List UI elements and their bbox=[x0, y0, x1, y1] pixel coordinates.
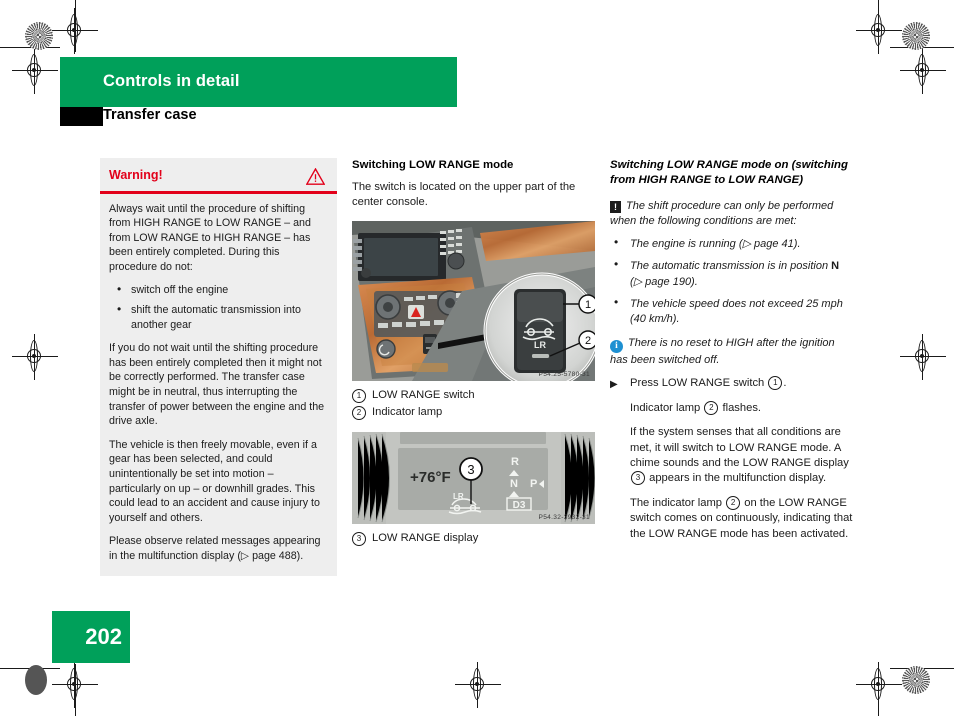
figure-center-console: LR 1 2 P54.25-5780-31 bbox=[352, 220, 595, 381]
step-arrow-icon: ▶ bbox=[610, 379, 618, 391]
svg-text:+76°F: +76°F bbox=[410, 469, 451, 486]
result-text-pre: Indicator lamp bbox=[630, 401, 704, 414]
instrument-cluster-photo: +76°F LR R N P D3 3 bbox=[352, 431, 595, 524]
registration-mark-bottom-right bbox=[856, 662, 902, 708]
condition-item: The engine is running (▷ page 41). bbox=[610, 235, 853, 252]
legend-item: 2 Indicator lamp bbox=[352, 404, 595, 420]
section-title: Transfer case bbox=[103, 107, 197, 123]
chapter-title: Controls in detail bbox=[103, 72, 240, 90]
step-text-post: . bbox=[783, 377, 787, 390]
figure1-legend: 1 LOW RANGE switch 2 Indicator lamp bbox=[352, 387, 595, 420]
center-console-photo: LR 1 2 bbox=[352, 220, 595, 381]
result-text-pre: The indicator lamp bbox=[630, 496, 726, 509]
step-press-switch: ▶ Press LOW RANGE switch 1. bbox=[610, 376, 853, 391]
registration-mark-top-right bbox=[856, 8, 902, 54]
registration-mark-right-middle bbox=[900, 334, 946, 380]
condition-item: The automatic transmission is in positio… bbox=[610, 257, 853, 289]
page-number: 202 bbox=[85, 624, 122, 649]
right-heading: Switching LOW RANGE mode on (switching f… bbox=[610, 159, 848, 187]
figure-code: P54.32-3932-31 bbox=[538, 513, 590, 521]
conditions-list: The engine is running (▷ page 41). The a… bbox=[610, 235, 853, 327]
section-marker bbox=[60, 107, 103, 126]
figure2-legend: 3 LOW RANGE display bbox=[352, 530, 595, 546]
middle-intro-block: The switch is located on the upper part … bbox=[352, 180, 595, 211]
warning-paragraph-3: The vehicle is then freely movable, even… bbox=[109, 438, 320, 524]
warning-paragraph-4: Please observe related messages appearin… bbox=[109, 535, 321, 562]
result-text-post: appears in the multifunction display. bbox=[646, 472, 827, 485]
callout-number: 1 bbox=[768, 376, 783, 391]
warning-paragraph-1: Always wait until the procedure of shift… bbox=[109, 202, 311, 273]
registration-mark-top-left bbox=[52, 8, 98, 54]
gear-position-bold: N bbox=[831, 260, 840, 273]
result-lamp-flashes: Indicator lamp 2 flashes. bbox=[610, 400, 853, 416]
warning-paragraph-2: If you do not wait until the shifting pr… bbox=[109, 342, 325, 428]
shift-conditions-note: ! The shift procedure can only be perform… bbox=[610, 199, 853, 229]
figure-instrument-cluster: +76°F LR R N P D3 3 P54.32-3932-31 bbox=[352, 431, 595, 524]
column-warning: Warning! Always wait until the procedure… bbox=[100, 158, 337, 576]
step-text-pre: Press LOW RANGE switch bbox=[630, 377, 768, 390]
warning-triangle-icon bbox=[306, 168, 325, 185]
note-intro-text: The shift procedure can only be performe… bbox=[610, 199, 834, 228]
result-text-post: flashes. bbox=[719, 401, 762, 414]
warning-box: Warning! Always wait until the procedure… bbox=[100, 158, 337, 576]
svg-text:LR: LR bbox=[534, 340, 546, 350]
result-lamp-continuous: The indicator lamp 2 on the LOW RANGE sw… bbox=[610, 495, 853, 542]
callout-number: 2 bbox=[704, 400, 719, 415]
svg-text:3: 3 bbox=[467, 462, 474, 477]
column-middle: Switching LOW RANGE mode The switch is l… bbox=[352, 158, 595, 547]
callout-number: 3 bbox=[352, 531, 366, 546]
density-dot-bottom-left bbox=[25, 665, 47, 695]
ignition-info-note: i There is no reset to HIGH after the ign… bbox=[610, 336, 853, 368]
middle-heading: Switching LOW RANGE mode bbox=[352, 159, 514, 171]
registration-mark-left-middle bbox=[12, 334, 58, 380]
callout-number: 2 bbox=[352, 405, 366, 420]
legend-label: LOW RANGE display bbox=[372, 531, 479, 544]
middle-intro: The switch is located on the upper part … bbox=[352, 181, 576, 209]
registration-mark-right-upper bbox=[900, 48, 946, 94]
info-circle-icon: i bbox=[610, 340, 623, 354]
manual-page: Controls in detail Transfer case Warning… bbox=[0, 0, 954, 716]
callout-number: 3 bbox=[631, 471, 645, 486]
condition-item: The vehicle speed does not exceed 25 mph… bbox=[610, 295, 853, 327]
warning-header: Warning! bbox=[100, 158, 337, 189]
svg-text:1: 1 bbox=[585, 299, 591, 311]
legend-item: 1 LOW RANGE switch bbox=[352, 387, 595, 403]
svg-text:R: R bbox=[511, 456, 519, 468]
svg-text:D3: D3 bbox=[513, 500, 526, 511]
svg-text:N: N bbox=[510, 478, 518, 490]
svg-text:2: 2 bbox=[585, 335, 591, 347]
warning-bullet: switch off the engine bbox=[109, 282, 325, 298]
legend-label: Indicator lamp bbox=[372, 405, 443, 418]
info-text: There is no reset to HIGH after the igni… bbox=[610, 337, 835, 367]
exclamation-box-icon: ! bbox=[610, 200, 621, 213]
color-rosette-top-left bbox=[25, 22, 53, 50]
warning-bullet: shift the automatic transmission into an… bbox=[109, 302, 325, 332]
legend-label: LOW RANGE switch bbox=[372, 388, 475, 401]
callout-number: 1 bbox=[352, 388, 366, 403]
color-rosette-top-right bbox=[902, 22, 930, 50]
svg-text:P: P bbox=[530, 478, 537, 490]
registration-mark-bottom-center bbox=[455, 662, 501, 708]
result-low-range-engages: If the system senses that all conditions… bbox=[610, 425, 853, 487]
warning-title: Warning! bbox=[109, 168, 163, 182]
registration-mark-left-upper bbox=[12, 48, 58, 94]
warning-bullet-list: switch off the engine shift the automati… bbox=[109, 282, 325, 332]
color-rosette-bottom-right bbox=[902, 666, 930, 694]
registration-mark-bottom-left bbox=[52, 662, 98, 708]
result-text-pre: If the system senses that all conditions… bbox=[630, 426, 849, 470]
figure-code: P54.25-5780-31 bbox=[538, 370, 590, 378]
legend-item: 3 LOW RANGE display bbox=[352, 530, 595, 546]
column-right: Switching LOW RANGE mode on (switching f… bbox=[610, 158, 853, 551]
callout-number: 2 bbox=[726, 495, 741, 510]
warning-body: Always wait until the procedure of shift… bbox=[100, 194, 337, 576]
